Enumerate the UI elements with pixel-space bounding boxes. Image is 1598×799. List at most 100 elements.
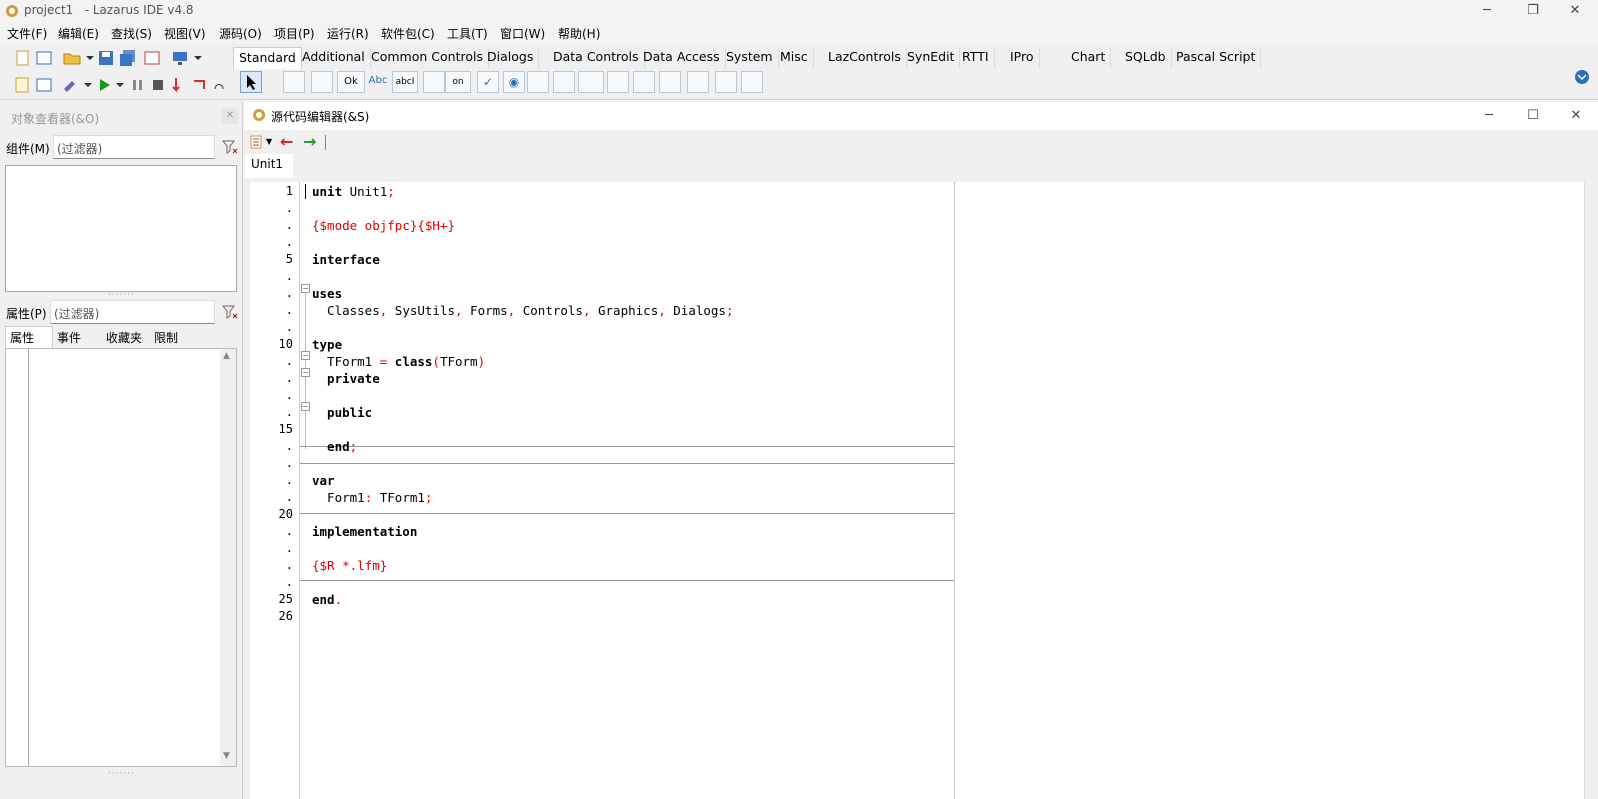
view-units-icon[interactable] bbox=[12, 75, 32, 95]
code-editor[interactable]: − − − − unit Unit1; {$mode objfpc}{$H+} … bbox=[300, 182, 1584, 799]
tmainmenu-icon[interactable] bbox=[283, 71, 305, 93]
tedit-icon[interactable]: abcI bbox=[392, 71, 418, 93]
splitter-handle[interactable]: ······· bbox=[108, 769, 135, 779]
tab-data-controls[interactable]: Data Controls bbox=[548, 47, 645, 69]
select-pointer-icon[interactable] bbox=[240, 71, 262, 93]
tscrollbar-icon[interactable] bbox=[578, 71, 604, 93]
ttogglebox-icon[interactable]: on bbox=[445, 71, 471, 93]
tmemo-icon[interactable] bbox=[423, 71, 445, 93]
close-button[interactable]: ✕ bbox=[1552, 0, 1598, 22]
menu-file[interactable]: 文件(F) bbox=[7, 25, 47, 42]
new-form-icon[interactable] bbox=[34, 48, 54, 68]
tab-misc[interactable]: Misc bbox=[775, 47, 814, 69]
chevron-down-icon[interactable]: ▼ bbox=[266, 137, 272, 146]
source-editor-title: 源代码编辑器(&S) bbox=[271, 110, 370, 124]
build-icon[interactable] bbox=[60, 75, 80, 95]
property-grid[interactable]: ▲ ▼ bbox=[5, 348, 237, 767]
menu-edit[interactable]: 编辑(E) bbox=[58, 25, 99, 42]
tab-data-access[interactable]: Data Access bbox=[638, 47, 726, 69]
tpopupmenu-icon[interactable] bbox=[311, 71, 333, 93]
source-editor-titlebar: 源代码编辑器(&S) ─ ☐ ✕ bbox=[244, 102, 1598, 130]
tab-common-controls[interactable]: Common Controls bbox=[366, 47, 489, 69]
tab-chart[interactable]: Chart bbox=[1066, 47, 1112, 69]
tpanel-icon[interactable] bbox=[687, 71, 709, 93]
tcombobox-icon[interactable] bbox=[553, 71, 575, 93]
editor-scrollbar[interactable] bbox=[1584, 182, 1598, 799]
save-all-icon[interactable] bbox=[118, 48, 138, 68]
clear-filter-icon[interactable] bbox=[222, 304, 238, 320]
toggle-form-unit-icon[interactable] bbox=[142, 48, 162, 68]
tab-additional[interactable]: Additional bbox=[297, 47, 371, 69]
close-icon[interactable]: ✕ bbox=[222, 108, 238, 124]
tgroupbox-icon[interactable] bbox=[607, 71, 629, 93]
minimize-button[interactable]: ─ bbox=[1466, 105, 1512, 127]
tcheckgroup-icon[interactable] bbox=[659, 71, 681, 93]
scroll-down-icon[interactable]: ▼ bbox=[223, 751, 230, 761]
view-forms-icon[interactable] bbox=[34, 75, 54, 95]
save-icon[interactable] bbox=[96, 48, 116, 68]
component-tree[interactable] bbox=[5, 165, 237, 292]
tab-synedit[interactable]: SynEdit bbox=[902, 47, 961, 69]
menu-help[interactable]: 帮助(H) bbox=[558, 25, 600, 42]
tab-standard[interactable]: Standard bbox=[233, 47, 302, 69]
tab-unit1[interactable]: Unit1 bbox=[245, 154, 293, 178]
tradiogroup-icon[interactable] bbox=[633, 71, 655, 93]
tab-sqldb[interactable]: SQLdb bbox=[1120, 47, 1172, 69]
tab-rtti[interactable]: RTTI bbox=[957, 47, 995, 69]
close-button[interactable]: ✕ bbox=[1553, 105, 1598, 127]
components-filter-input[interactable]: (过滤器) bbox=[53, 135, 215, 159]
menu-source[interactable]: 源码(O) bbox=[219, 25, 262, 42]
palette-expand-icon[interactable] bbox=[1574, 69, 1590, 85]
maximize-button[interactable]: ☐ bbox=[1510, 105, 1556, 127]
splitter-handle[interactable]: ······· bbox=[108, 290, 135, 300]
pause-icon[interactable] bbox=[128, 75, 148, 95]
tab-ipro[interactable]: IPro bbox=[1005, 47, 1040, 69]
tab-system[interactable]: System bbox=[721, 47, 779, 69]
scrollbar[interactable]: ▲ ▼ bbox=[220, 349, 236, 766]
forward-arrow-icon[interactable]: → bbox=[303, 132, 316, 151]
menu-package[interactable]: 软件包(C) bbox=[381, 25, 435, 42]
tab-events[interactable]: 事件 bbox=[57, 329, 81, 346]
back-arrow-icon[interactable]: ← bbox=[280, 132, 293, 151]
tab-lazcontrols[interactable]: LazControls bbox=[823, 47, 907, 69]
minimize-button[interactable]: ─ bbox=[1464, 0, 1510, 22]
open-icon[interactable] bbox=[62, 48, 82, 68]
step-out-icon[interactable] bbox=[212, 75, 226, 95]
tab-properties[interactable]: 属性 bbox=[5, 326, 53, 348]
stop-icon[interactable] bbox=[148, 75, 168, 95]
new-unit-icon[interactable] bbox=[12, 48, 32, 68]
fold-toggle-icon[interactable]: − bbox=[301, 368, 310, 377]
menu-run[interactable]: 运行(R) bbox=[327, 25, 369, 42]
menu-search[interactable]: 查找(S) bbox=[111, 25, 152, 42]
tab-dialogs[interactable]: Dialogs bbox=[482, 47, 540, 69]
tab-favorites[interactable]: 收藏夹 bbox=[106, 329, 142, 346]
tab-restricted[interactable]: 限制 bbox=[154, 329, 178, 346]
tab-pascal-script[interactable]: Pascal Script bbox=[1171, 47, 1262, 69]
desktop-icon[interactable] bbox=[170, 48, 190, 68]
restore-button[interactable]: ❐ bbox=[1510, 0, 1556, 22]
fold-toggle-icon[interactable]: − bbox=[301, 284, 310, 293]
tbutton-icon[interactable]: Ok bbox=[337, 71, 365, 93]
step-over-icon[interactable] bbox=[190, 75, 210, 95]
jump-history-icon[interactable] bbox=[249, 135, 263, 149]
fold-toggle-icon[interactable]: − bbox=[301, 402, 310, 411]
menu-project[interactable]: 项目(P) bbox=[274, 25, 315, 42]
tlistbox-icon[interactable] bbox=[527, 71, 549, 93]
fold-toggle-icon[interactable]: − bbox=[301, 351, 310, 360]
properties-filter-input[interactable]: (过滤器) bbox=[50, 300, 215, 324]
tcheckbox-icon[interactable]: ✓ bbox=[477, 71, 499, 93]
menu-window[interactable]: 窗口(W) bbox=[500, 25, 545, 42]
tradiobutton-icon[interactable]: ◉ bbox=[503, 71, 525, 93]
step-into-icon[interactable] bbox=[168, 75, 188, 95]
menu-view[interactable]: 视图(V) bbox=[164, 25, 206, 42]
tactionlist-icon[interactable] bbox=[741, 71, 763, 93]
chevron-down-icon[interactable] bbox=[110, 75, 130, 95]
chevron-down-icon[interactable] bbox=[188, 48, 208, 68]
menu-tools[interactable]: 工具(T) bbox=[447, 25, 488, 42]
scroll-up-icon[interactable]: ▲ bbox=[223, 351, 230, 361]
tframe-icon[interactable] bbox=[715, 71, 737, 93]
line-number: . bbox=[285, 524, 293, 538]
tlabel-icon[interactable]: Abc bbox=[367, 71, 389, 93]
code-line: Classes, SysUtils, Forms, Controls, Grap… bbox=[312, 303, 734, 318]
clear-filter-icon[interactable] bbox=[222, 139, 238, 155]
